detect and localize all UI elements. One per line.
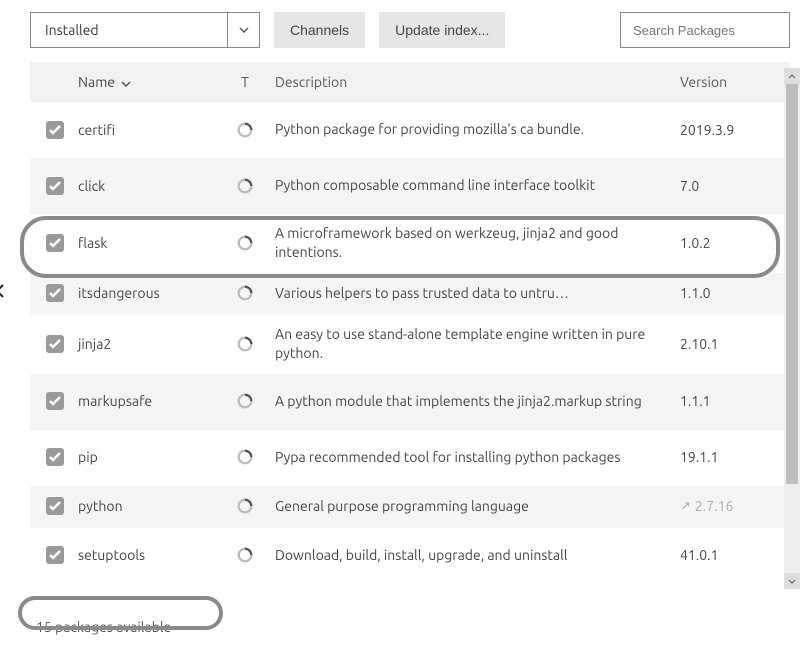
status-footer: 15 packages available — [36, 619, 171, 635]
loading-spinner-icon — [236, 284, 254, 302]
loading-spinner-icon — [236, 392, 254, 410]
search-box[interactable] — [620, 12, 790, 48]
table-row[interactable]: certifi Python package for providing mozi… — [30, 102, 790, 158]
package-checkbox[interactable] — [46, 392, 64, 410]
chevron-left-icon[interactable] — [0, 282, 4, 302]
loading-spinner-icon — [236, 335, 254, 353]
loading-spinner-icon — [236, 234, 254, 252]
package-version: 41.0.1 — [680, 547, 718, 563]
column-header-version[interactable]: Version — [680, 74, 790, 90]
loading-spinner-icon — [236, 121, 254, 139]
package-version: 1.1.1 — [680, 393, 711, 409]
table-row[interactable]: setuptools Download, build, install, upgr… — [30, 528, 790, 584]
table-row[interactable]: itsdangerous Various helpers to pass trus… — [30, 273, 790, 315]
package-name: itsdangerous — [70, 285, 225, 301]
scrollbar-vertical[interactable] — [784, 68, 800, 589]
scrollbar-thumb[interactable] — [786, 84, 798, 484]
channels-button[interactable]: Channels — [274, 12, 365, 48]
package-description: A python module that implements the jinj… — [265, 388, 680, 415]
package-checkbox[interactable] — [46, 546, 64, 564]
package-checkbox[interactable] — [46, 177, 64, 195]
loading-spinner-icon — [236, 448, 254, 466]
package-version: 1.0.2 — [680, 235, 711, 251]
scroll-up-button[interactable] — [784, 68, 800, 84]
filter-dropdown-label: Installed — [31, 13, 227, 47]
package-version: 1.1.0 — [680, 285, 711, 301]
package-description: Download, build, install, upgrade, and u… — [265, 542, 680, 569]
package-table: Name T Description Version certifi Python… — [30, 62, 790, 597]
package-checkbox[interactable] — [46, 448, 64, 466]
package-version: 2.7.16 — [695, 498, 733, 514]
table-row[interactable]: pip Pypa recommended tool for installing … — [30, 430, 790, 486]
upgrade-available-icon: ↗ — [680, 499, 691, 514]
package-name: pip — [70, 449, 225, 465]
package-name: markupsafe — [70, 393, 225, 409]
package-checkbox[interactable] — [46, 234, 64, 252]
package-version: 7.0 — [680, 178, 699, 194]
table-row[interactable]: click Python composable command line inte… — [30, 158, 790, 214]
package-description: Python package for providing mozilla's c… — [265, 116, 680, 143]
package-description: General purpose programming language — [265, 493, 680, 520]
package-name: flask — [70, 235, 225, 251]
package-description: A microframework based on werkzeug, jinj… — [265, 220, 680, 266]
loading-spinner-icon — [236, 177, 254, 195]
package-description: Various helpers to pass trusted data to … — [265, 280, 680, 307]
package-name: setuptools — [70, 547, 225, 563]
scroll-down-button[interactable] — [784, 573, 800, 589]
filter-dropdown[interactable]: Installed — [30, 12, 260, 48]
package-name: python — [70, 498, 225, 514]
package-checkbox[interactable] — [46, 497, 64, 515]
table-row[interactable]: markupsafe A python module that implement… — [30, 374, 790, 430]
table-row[interactable]: python General purpose programming langua… — [30, 486, 790, 528]
column-header-t[interactable]: T — [225, 74, 265, 90]
column-header-name[interactable]: Name — [70, 74, 225, 90]
package-name: certifi — [70, 122, 225, 138]
chevron-down-icon — [227, 13, 259, 47]
package-checkbox[interactable] — [46, 284, 64, 302]
table-row[interactable]: jinja2 An easy to use stand-alone templat… — [30, 315, 790, 374]
column-header-description[interactable]: Description — [265, 69, 680, 96]
loading-spinner-icon — [236, 497, 254, 515]
sort-indicator-icon — [121, 74, 131, 90]
package-checkbox[interactable] — [46, 121, 64, 139]
package-version: 19.1.1 — [680, 449, 718, 465]
package-name: click — [70, 178, 225, 194]
package-description: Pypa recommended tool for installing pyt… — [265, 444, 680, 471]
package-description: Python composable command line interface… — [265, 172, 680, 199]
package-checkbox[interactable] — [46, 335, 64, 353]
package-name: jinja2 — [70, 336, 225, 352]
package-version: 2019.3.9 — [680, 122, 734, 138]
search-input[interactable] — [631, 22, 800, 39]
package-description: An easy to use stand-alone template engi… — [265, 321, 680, 367]
loading-spinner-icon — [236, 546, 254, 564]
table-header: Name T Description Version — [30, 62, 790, 102]
package-version: 2.10.1 — [680, 336, 718, 352]
table-row[interactable]: flask A microframework based on werkzeug,… — [30, 214, 790, 273]
update-index-button[interactable]: Update index... — [379, 12, 505, 48]
